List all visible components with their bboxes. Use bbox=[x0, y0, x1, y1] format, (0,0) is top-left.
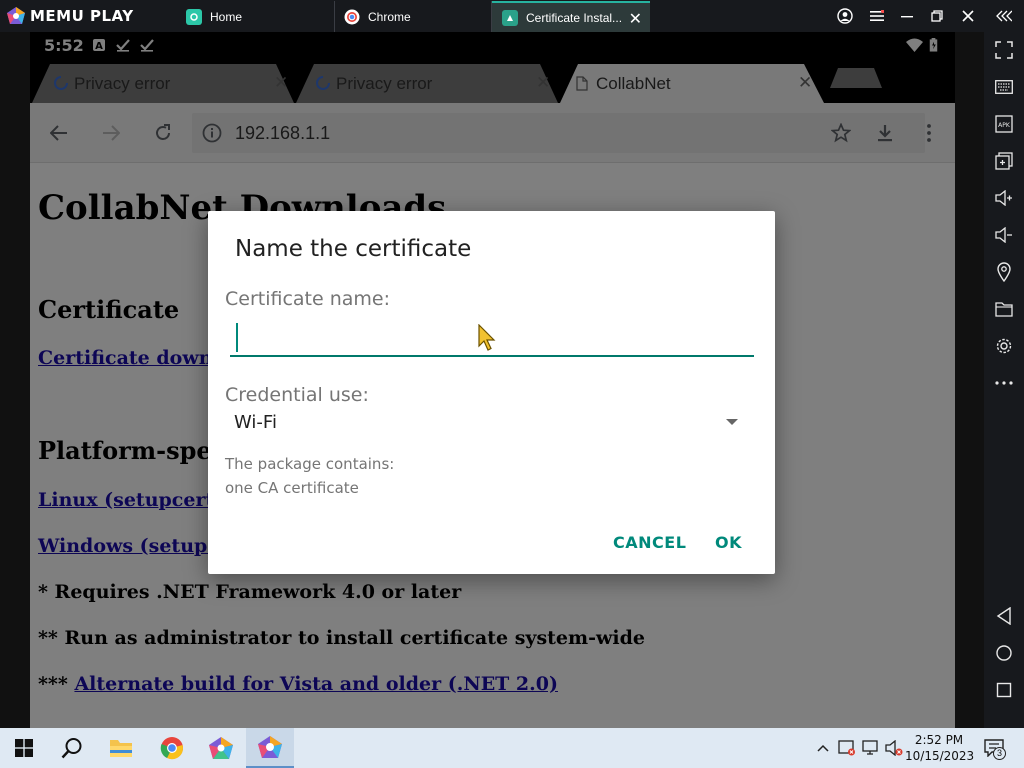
windows-start-icon[interactable] bbox=[0, 728, 48, 768]
multi-instance-icon[interactable] bbox=[992, 149, 1016, 173]
settings-gear-icon[interactable] bbox=[992, 334, 1016, 358]
cancel-button[interactable]: CANCEL bbox=[613, 533, 686, 552]
security-center-icon[interactable] bbox=[838, 739, 856, 757]
package-info-line: one CA certificate bbox=[225, 479, 359, 497]
apk-install-icon[interactable]: APK bbox=[992, 112, 1016, 136]
credential-use-label: Credential use: bbox=[225, 384, 369, 406]
name-certificate-dialog: Name the certificate Certificate name: C… bbox=[208, 211, 775, 574]
volume-muted-icon[interactable] bbox=[885, 739, 903, 757]
android-home-icon[interactable] bbox=[992, 641, 1016, 665]
memu-logo-icon bbox=[7, 7, 25, 24]
emulator-titlebar: MEMU PLAY Home Chrome Certificate Instal… bbox=[0, 0, 1024, 32]
ok-button[interactable]: OK bbox=[715, 533, 742, 552]
close-icon[interactable]: ✕ bbox=[629, 9, 642, 29]
volume-down-icon[interactable] bbox=[992, 223, 1016, 247]
android-screen: 5:52 A Privacy error ✕ Privacy error ✕ C… bbox=[30, 32, 955, 728]
mouse-pointer-icon bbox=[478, 324, 496, 351]
notification-center-icon[interactable]: 3 bbox=[983, 739, 1006, 760]
credential-use-value: Wi-Fi bbox=[234, 412, 277, 433]
notification-count-badge: 3 bbox=[993, 747, 1006, 760]
emulator-right-border bbox=[955, 32, 984, 728]
memu-taskbar-icon[interactable] bbox=[246, 728, 294, 768]
collapse-sidebar-icon[interactable] bbox=[988, 0, 1020, 32]
android-recents-icon[interactable] bbox=[992, 678, 1016, 702]
taskbar-clock[interactable]: 2:52 PM 10/15/2023 bbox=[905, 732, 975, 764]
location-icon[interactable] bbox=[992, 260, 1016, 284]
minimize-icon[interactable] bbox=[891, 0, 923, 32]
search-icon[interactable] bbox=[48, 728, 96, 768]
maximize-icon[interactable] bbox=[921, 0, 953, 32]
clock-time: 2:52 PM bbox=[914, 733, 964, 747]
text-caret bbox=[236, 323, 238, 352]
fullscreen-icon[interactable] bbox=[992, 38, 1016, 62]
emulator-tab-home[interactable]: Home bbox=[178, 1, 335, 32]
show-hidden-icons-icon[interactable] bbox=[814, 739, 832, 757]
certificate-installer-icon bbox=[502, 9, 518, 26]
emulator-tab-chrome[interactable]: Chrome bbox=[336, 1, 492, 32]
network-icon[interactable] bbox=[862, 739, 880, 757]
clock-date: 10/15/2023 bbox=[905, 749, 975, 763]
memu-logo: MEMU PLAY bbox=[6, 6, 134, 26]
emulator-sidebar: APK bbox=[984, 32, 1024, 728]
memu-home-icon bbox=[186, 8, 202, 25]
keyboard-icon[interactable] bbox=[992, 75, 1016, 99]
chrome-taskbar-icon[interactable] bbox=[148, 728, 196, 768]
folder-icon[interactable] bbox=[992, 297, 1016, 321]
more-options-icon[interactable] bbox=[992, 371, 1016, 395]
dropdown-arrow-icon bbox=[726, 419, 738, 425]
close-window-icon[interactable] bbox=[952, 0, 984, 32]
chrome-icon bbox=[344, 9, 360, 25]
dialog-title: Name the certificate bbox=[235, 236, 472, 262]
emulator-tab-label: Home bbox=[210, 9, 243, 24]
package-info-line: The package contains: bbox=[225, 455, 395, 473]
package-info: The package contains: one CA certificate bbox=[225, 452, 394, 500]
emulator-left-border bbox=[0, 32, 30, 728]
android-back-icon[interactable] bbox=[992, 604, 1016, 628]
memu-multi-instance-taskbar-icon[interactable] bbox=[197, 728, 245, 768]
emulator-tab-label: Certificate Instal... bbox=[526, 10, 623, 25]
emulator-tab-label: Chrome bbox=[368, 9, 411, 24]
emulator-tab-certificate-installer[interactable]: Certificate Instal... ✕ bbox=[492, 1, 650, 32]
memu-logo-text: MEMU PLAY bbox=[30, 7, 134, 25]
svg-text:APK: APK bbox=[998, 122, 1011, 129]
file-explorer-icon[interactable] bbox=[97, 728, 145, 768]
volume-up-icon[interactable] bbox=[992, 186, 1016, 210]
menu-icon[interactable] bbox=[861, 0, 893, 32]
certificate-name-label: Certificate name: bbox=[225, 288, 391, 310]
account-icon[interactable] bbox=[829, 0, 861, 32]
credential-use-dropdown[interactable]: Wi-Fi bbox=[230, 409, 754, 437]
windows-taskbar: 2:52 PM 10/15/2023 3 bbox=[0, 728, 1024, 768]
